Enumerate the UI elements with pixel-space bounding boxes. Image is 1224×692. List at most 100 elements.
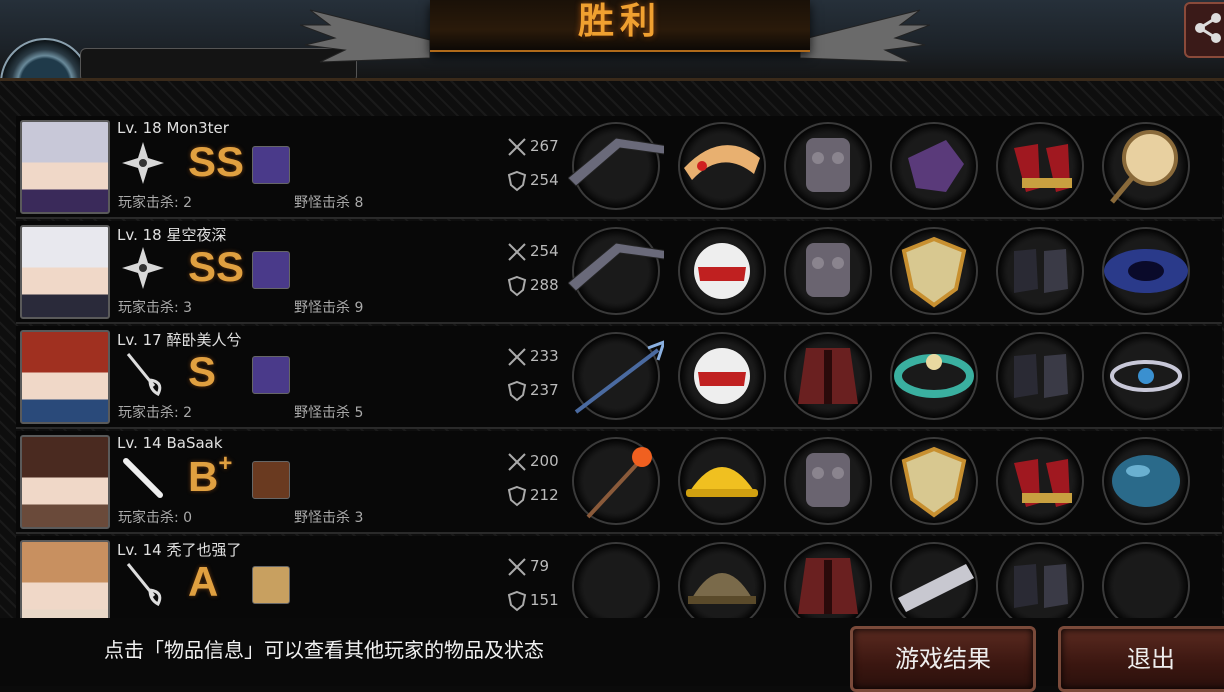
victory-banner: 胜利	[430, 0, 810, 52]
item-slot[interactable]	[678, 542, 766, 630]
bat-icon	[123, 458, 163, 498]
item-slot[interactable]	[996, 227, 1084, 315]
player-level-name: Lv. 18 Mon3ter	[117, 119, 229, 137]
item-slot[interactable]	[890, 122, 978, 210]
player-avatar[interactable]	[20, 225, 110, 319]
player-level-name: Lv. 18 星空夜深	[117, 226, 227, 244]
monster-kills: 野怪击杀 8	[294, 195, 364, 211]
tiara-icon	[684, 145, 760, 180]
player-avatar[interactable]	[20, 435, 110, 529]
player-level-name: Lv. 14 秃了也强了	[117, 541, 242, 559]
skill-icon[interactable]	[252, 566, 290, 604]
item-slot[interactable]	[678, 437, 766, 525]
item-slot[interactable]	[784, 122, 872, 210]
galaxy-icon	[1104, 249, 1188, 293]
wing-left-icon	[300, 9, 430, 63]
helmet-icon	[694, 243, 750, 299]
helmet-icon	[694, 348, 750, 404]
torch-icon	[586, 447, 652, 519]
skill-icon[interactable]	[252, 356, 290, 394]
heels-icon	[1014, 459, 1072, 507]
item-slot[interactable]	[678, 122, 766, 210]
item-slot[interactable]	[784, 227, 872, 315]
item-slot[interactable]	[678, 227, 766, 315]
monster-kills: 野怪击杀 3	[294, 510, 364, 526]
item-slot[interactable]	[784, 437, 872, 525]
bracelet-icon	[894, 354, 974, 398]
attack-stat: 254	[506, 241, 566, 263]
mirror-icon	[1110, 130, 1178, 204]
attack-stat: 79	[506, 556, 566, 578]
hint-text: 点击「物品信息」可以查看其他玩家的物品及状态	[104, 638, 544, 662]
item-slot[interactable]	[890, 332, 978, 420]
item-slot[interactable]	[568, 227, 664, 315]
quit-button[interactable]: 退出	[1058, 626, 1224, 692]
item-slot[interactable]	[996, 437, 1084, 525]
player-kills: 玩家击杀: 2	[118, 195, 193, 211]
item-slot[interactable]	[996, 542, 1084, 630]
gauntlet-icon	[908, 140, 964, 192]
rank-badge: S	[188, 348, 217, 395]
item-slot[interactable]	[890, 227, 978, 315]
item-slot[interactable]	[678, 332, 766, 420]
boots-icon	[1014, 354, 1068, 398]
boomerang-icon	[568, 137, 664, 187]
item-slot[interactable]	[1102, 437, 1190, 525]
shield-stat-icon	[507, 170, 527, 192]
skill-icon[interactable]	[252, 251, 290, 289]
player-kills: 玩家击杀: 3	[118, 300, 193, 316]
shield-stat-icon	[507, 590, 527, 612]
item-slot[interactable]	[568, 122, 664, 210]
victory-title: 胜利	[577, 1, 662, 42]
hardhat-icon	[686, 467, 758, 497]
item-slot[interactable]	[572, 437, 660, 525]
defense-stat: 237	[506, 380, 566, 402]
skill-icon[interactable]	[252, 461, 290, 499]
share-button[interactable]	[1184, 2, 1224, 58]
item-slot[interactable]	[1102, 227, 1190, 315]
share-icon	[1195, 13, 1221, 43]
armor-icon	[806, 138, 850, 192]
item-slot[interactable]	[572, 542, 660, 630]
player-kills: 玩家击杀: 2	[118, 405, 193, 421]
player-level-name: Lv. 17 醉卧美人兮	[117, 331, 242, 349]
item-slot[interactable]	[996, 122, 1084, 210]
item-slot[interactable]	[890, 437, 978, 525]
item-slot[interactable]	[996, 332, 1084, 420]
player-kills: 玩家击杀: 0	[118, 510, 193, 526]
player-row[interactable]: Lv. 18 星空夜深 SS 玩家击杀: 3 野怪击杀 9 254 288	[16, 221, 1222, 324]
orb-icon	[1112, 455, 1180, 507]
item-slot[interactable]	[1102, 332, 1190, 420]
swords-icon	[508, 558, 526, 576]
item-slot[interactable]	[890, 542, 978, 630]
item-slot[interactable]	[784, 542, 872, 630]
player-level-name: Lv. 14 BaSaak	[117, 434, 223, 452]
attack-stat: 267	[506, 136, 566, 158]
item-slot[interactable]	[784, 332, 872, 420]
item-slot[interactable]	[572, 332, 664, 420]
player-avatar[interactable]	[20, 120, 110, 214]
armor-icon	[806, 453, 850, 507]
skill-icon[interactable]	[252, 146, 290, 184]
armor-icon	[806, 243, 850, 297]
swords-icon	[508, 348, 526, 366]
item-slot[interactable]	[1102, 122, 1190, 210]
ring-icon	[1110, 360, 1182, 392]
coat-icon	[798, 348, 858, 404]
swords-icon	[508, 138, 526, 156]
rank-badge: SS	[188, 243, 245, 290]
player-row[interactable]: Lv. 18 Mon3ter SS 玩家击杀: 2 野怪击杀 8 267 254	[16, 116, 1222, 219]
game-result-button[interactable]: 游戏结果	[850, 626, 1036, 692]
item-slot[interactable]	[1102, 542, 1190, 630]
swords-icon	[508, 243, 526, 261]
monster-kills: 野怪击杀 9	[294, 300, 364, 316]
rapier-icon	[126, 353, 162, 396]
player-row[interactable]: Lv. 17 醉卧美人兮 S 玩家击杀: 2 野怪击杀 5 233 237	[16, 326, 1222, 429]
shield-stat-icon	[507, 380, 527, 402]
shield-icon	[901, 446, 967, 518]
heels-icon	[1014, 144, 1072, 192]
rank-badge: A	[188, 558, 219, 605]
monster-kills: 野怪击杀 5	[294, 405, 364, 421]
player-avatar[interactable]	[20, 330, 110, 424]
player-row[interactable]: Lv. 14 BaSaak B+ 玩家击杀: 0 野怪击杀 3 200 212	[16, 431, 1222, 534]
